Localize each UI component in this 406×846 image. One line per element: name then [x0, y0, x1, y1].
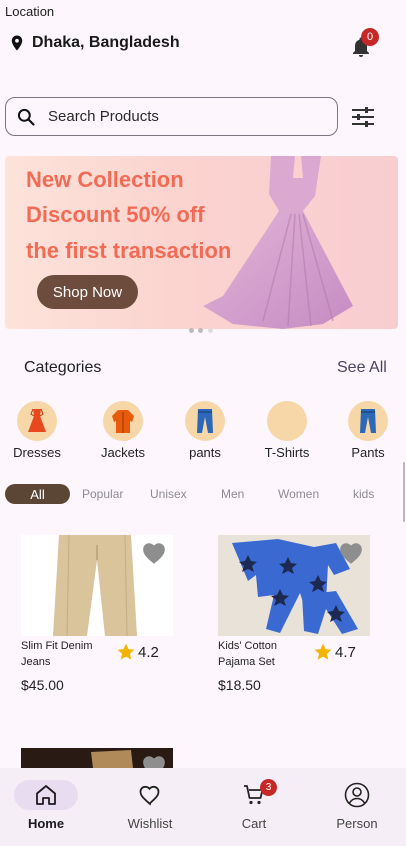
category-pants[interactable]: Pants — [338, 401, 398, 460]
heart-icon[interactable] — [141, 754, 167, 768]
chip-women[interactable]: Women — [278, 484, 319, 504]
promo-line-3: the first transaction — [26, 238, 232, 263]
scrollbar-thumb[interactable] — [403, 462, 405, 522]
category-jackets[interactable]: Jackets — [93, 401, 153, 460]
product-card[interactable]: Kids' Cotton Pajama Set 4.7 $18.50 — [218, 535, 370, 700]
chip-unisex[interactable]: Unisex — [150, 484, 187, 504]
nav-label: Person — [336, 816, 378, 831]
rating-value: 4.2 — [138, 643, 159, 661]
dress-icon — [28, 408, 46, 432]
nav-cart[interactable]: 3 Cart — [214, 779, 294, 831]
carousel-dot[interactable] — [198, 328, 203, 333]
product-card[interactable]: Slim Fit Denim Jeans 4.2 $45.00 — [21, 535, 173, 700]
nav-label: Home — [27, 816, 65, 831]
search-icon — [17, 108, 35, 126]
heart-outline-icon — [139, 785, 160, 806]
nav-home[interactable]: Home — [6, 780, 86, 831]
home-icon — [36, 785, 56, 805]
category-label: T-Shirts — [264, 445, 310, 460]
dress-image — [203, 156, 353, 329]
jacket-icon — [112, 410, 134, 433]
category-dresses[interactable]: Dresses — [7, 401, 67, 460]
categories-title: Categories — [24, 359, 102, 376]
bottom-navigation: Home Wishlist 3 Cart Person — [0, 768, 406, 846]
heart-icon[interactable] — [338, 541, 364, 565]
chip-kids[interactable]: kids — [353, 484, 374, 504]
person-icon — [344, 782, 370, 808]
search-input[interactable] — [46, 107, 310, 126]
rating-value: 4.7 — [335, 643, 356, 661]
chip-all[interactable]: All — [5, 484, 70, 504]
promo-banner[interactable]: New Collection Discount 50% off the firs… — [5, 156, 398, 329]
pants-icon — [360, 409, 376, 433]
filter-chip-row: All Popular Unisex Men Women kids — [5, 484, 401, 504]
search-field[interactable] — [5, 97, 338, 136]
product-price: $45.00 — [21, 677, 64, 693]
nav-wishlist[interactable]: Wishlist — [110, 780, 190, 831]
nav-label: Wishlist — [127, 816, 173, 831]
product-name: Slim Fit Denim Jeans — [21, 640, 93, 668]
see-all-link[interactable]: See All — [337, 359, 387, 377]
product-rating: 4.2 — [116, 642, 159, 662]
category-pants-lower[interactable]: pants — [175, 401, 235, 460]
star-icon — [314, 643, 332, 660]
location-name: Dhaka, Bangladesh — [32, 34, 180, 51]
carousel-dot[interactable] — [208, 328, 213, 333]
carousel-dot[interactable] — [189, 328, 194, 333]
notification-badge: 0 — [361, 28, 379, 46]
star-icon — [117, 643, 135, 660]
pants-icon — [197, 409, 213, 433]
nav-label: Cart — [241, 816, 267, 831]
shop-now-button[interactable]: Shop Now — [37, 275, 138, 309]
product-rating: 4.7 — [313, 642, 356, 662]
category-label: Jackets — [100, 445, 146, 460]
location-selector[interactable]: Dhaka, Bangladesh — [8, 32, 180, 54]
product-card[interactable] — [21, 748, 173, 768]
promo-line-2: Discount 50% off — [26, 202, 205, 227]
product-name: Kids' Cotton Pajama Set — [218, 640, 277, 668]
promo-line-1: New Collection — [26, 167, 184, 192]
sliders-icon — [352, 107, 374, 127]
filter-button[interactable] — [350, 104, 378, 132]
notifications-button[interactable]: 0 — [349, 28, 379, 60]
cart-badge: 3 — [260, 779, 277, 796]
category-label: Dresses — [13, 445, 61, 460]
chip-popular[interactable]: Popular — [82, 484, 123, 504]
location-pin-icon — [11, 35, 23, 51]
nav-person[interactable]: Person — [317, 780, 397, 831]
category-label: Pants — [351, 445, 385, 460]
heart-icon[interactable] — [141, 541, 167, 565]
location-label: Location — [5, 4, 55, 19]
category-tshirts[interactable]: T-Shirts — [257, 401, 317, 460]
product-price: $18.50 — [218, 677, 261, 693]
category-label: pants — [189, 445, 221, 460]
chip-men[interactable]: Men — [221, 484, 244, 504]
